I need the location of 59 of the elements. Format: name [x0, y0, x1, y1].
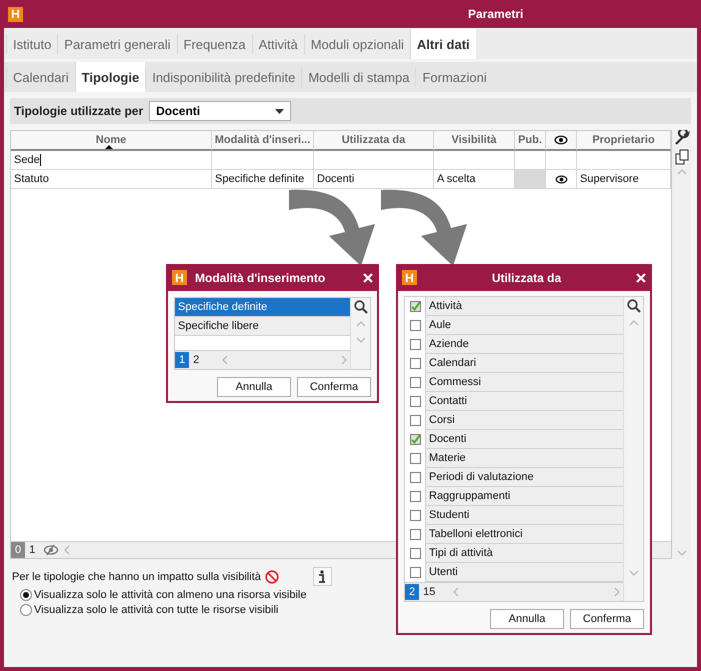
table-cell: A scelta	[434, 170, 515, 189]
tab[interactable]: Frequenza	[176, 34, 252, 54]
list-item[interactable]: Utenti	[425, 563, 623, 582]
filter-label: Tipologie utilizzate per	[14, 104, 144, 118]
table-cell: Supervisore	[577, 170, 671, 189]
list-item[interactable]: Specifiche definite	[175, 298, 350, 317]
list-item[interactable]: Studenti	[425, 506, 623, 525]
list-item[interactable]: Aziende	[425, 335, 623, 354]
list-item[interactable]: Contatti	[425, 392, 623, 411]
list-item[interactable]: Raggruppamenti	[425, 487, 623, 506]
table-cell: Statuto	[11, 170, 212, 189]
table-cell: Docenti	[314, 170, 434, 189]
page-number[interactable]: 15	[419, 584, 440, 600]
list-item[interactable]: Calendari	[425, 354, 623, 373]
list-item[interactable]: Specifiche libere	[175, 317, 350, 336]
list-item[interactable]: Tipi di attività	[425, 544, 623, 563]
list-item[interactable]: Attività	[425, 297, 623, 316]
page-number[interactable]: 1	[175, 352, 190, 368]
radio-option[interactable]: Visualizza solo le attività con almeno una risorsa visibile	[20, 589, 306, 601]
column-header[interactable]: Proprietario	[577, 131, 671, 151]
tab[interactable]: Altri dati	[410, 29, 476, 59]
column-header[interactable]: Visibilità	[434, 131, 515, 151]
dialog-title: Utilizzata da	[490, 270, 562, 284]
list-item[interactable]: Periodi di valutazione	[425, 468, 623, 487]
app-logo: H	[402, 270, 417, 285]
radio-option[interactable]: Visualizza solo le attività con tutte le risorse visibili	[20, 604, 278, 616]
list-item[interactable]: Tabelloni elettronici	[425, 525, 623, 544]
tab[interactable]: Formazioni	[415, 67, 493, 87]
list-item[interactable]: Materie	[425, 449, 623, 468]
list-item[interactable]: Docenti	[425, 430, 623, 449]
tab[interactable]: Modelli di stampa	[301, 67, 416, 87]
dialog-button[interactable]: Conferma	[570, 609, 644, 629]
dialog-title: Modalità d'inserimento	[195, 270, 326, 284]
table-cell: Sede	[11, 151, 212, 170]
list-item[interactable]: Aule	[425, 316, 623, 335]
page-number[interactable]: 2	[405, 584, 420, 600]
page-number[interactable]: 2	[189, 352, 204, 368]
page-number[interactable]: 0	[11, 542, 26, 558]
column-header[interactable]: Pub.	[515, 131, 546, 151]
tab[interactable]: Tipologie	[74, 62, 146, 92]
tab[interactable]: Indisponibilità predefinite	[145, 67, 302, 87]
window-title: Parametri	[468, 7, 524, 21]
table-cell: Specifiche definite	[212, 170, 314, 189]
list-item[interactable]: Corsi	[425, 411, 623, 430]
dialog-button[interactable]: Annulla	[217, 377, 291, 397]
visibility-note: Per le tipologie che hanno un impatto sulla visibilità	[12, 570, 261, 582]
dialog-button[interactable]: Annulla	[490, 609, 564, 629]
column-header[interactable]: Nome	[11, 131, 212, 151]
app-logo: H	[8, 6, 23, 22]
app-logo: H	[172, 270, 187, 285]
type-dropdown[interactable]: Docenti	[149, 101, 292, 121]
column-header[interactable]: Modalità d'inseri...	[212, 131, 314, 151]
page-number[interactable]: 1	[25, 542, 40, 558]
dialog-button[interactable]: Conferma	[297, 377, 371, 397]
list-item[interactable]: Commessi	[425, 373, 623, 392]
tab[interactable]: Attività	[252, 34, 304, 54]
column-header[interactable]: Utilizzata da	[314, 131, 434, 151]
tab[interactable]: Parametri generali	[57, 34, 177, 54]
tab[interactable]: Istituto	[6, 34, 58, 54]
